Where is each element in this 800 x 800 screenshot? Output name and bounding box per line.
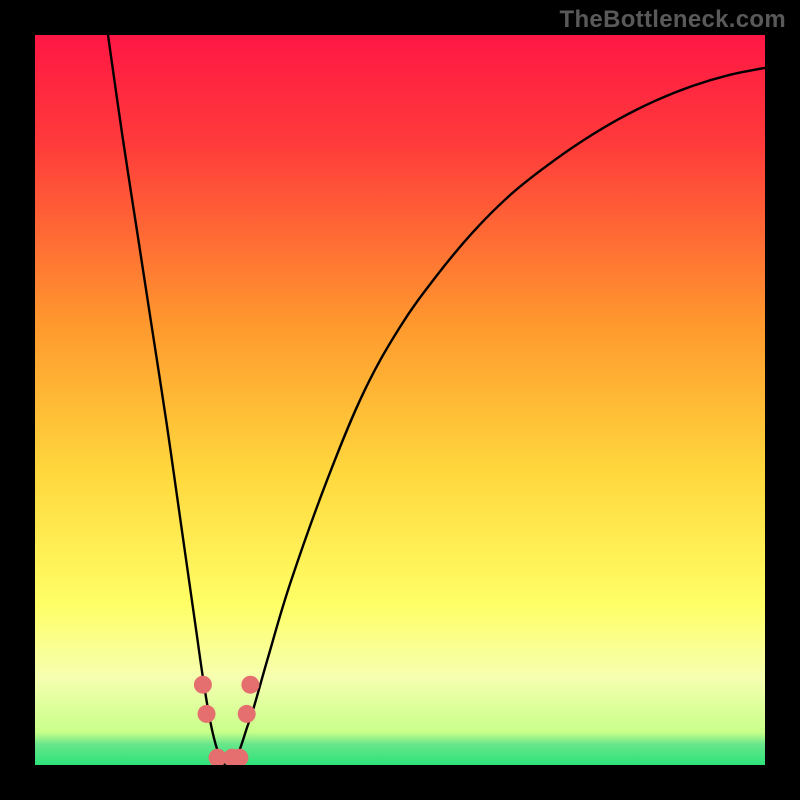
data-marker xyxy=(238,705,256,723)
data-marker xyxy=(198,705,216,723)
curve-chart xyxy=(35,35,765,765)
gradient-background xyxy=(35,35,765,765)
chart-container: TheBottleneck.com xyxy=(0,0,800,800)
data-marker xyxy=(241,676,259,694)
data-marker xyxy=(194,676,212,694)
plot-area xyxy=(35,35,765,765)
watermark-text: TheBottleneck.com xyxy=(560,6,786,34)
